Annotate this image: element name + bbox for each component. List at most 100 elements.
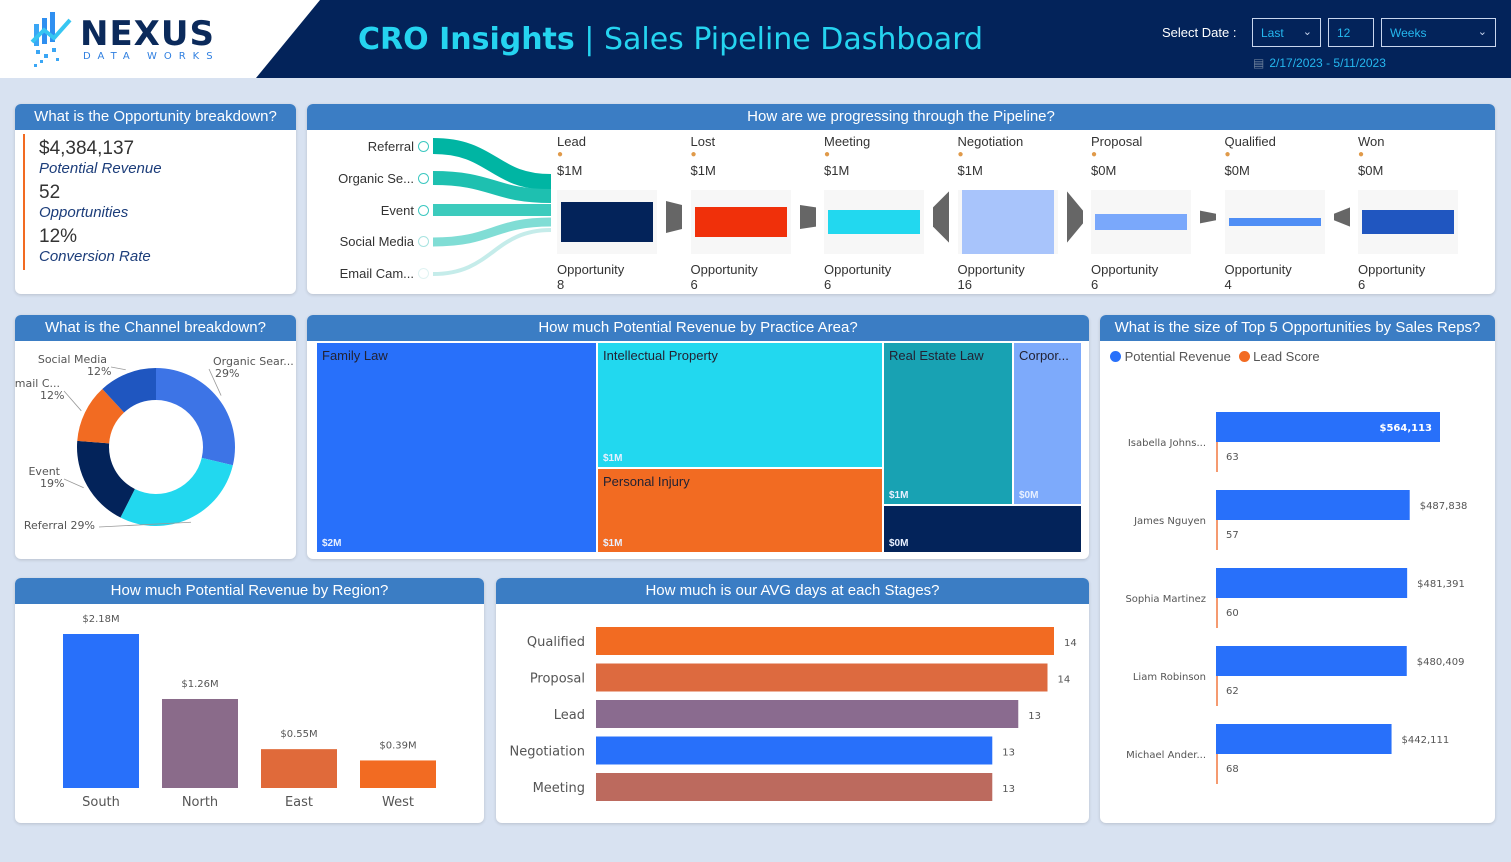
opportunity-count: 6 [690, 277, 698, 292]
days-bar[interactable] [596, 700, 1019, 728]
circle-icon [418, 236, 429, 247]
days-bar[interactable] [596, 736, 993, 765]
source-social[interactable]: Social Media [340, 234, 429, 249]
stage-bar [961, 190, 1054, 254]
region-bar[interactable] [261, 749, 337, 788]
donut-slice[interactable] [120, 457, 233, 526]
period-mode-dropdown[interactable]: Last ⌄ [1252, 18, 1321, 47]
stage-name: Lead [557, 134, 586, 149]
region-bar[interactable] [63, 634, 139, 788]
opportunity-label: Opportunity [957, 262, 1025, 277]
legend-leadscore[interactable]: Lead Score [1253, 349, 1320, 364]
lead-score-bar[interactable] [1216, 598, 1218, 628]
kpi-potential-revenue-value: $4,384,137 [39, 138, 135, 159]
region-value-label: $0.39M [379, 740, 416, 751]
source-label: Social Media [339, 234, 414, 249]
stage-name: Qualified [1224, 134, 1276, 149]
days-bar[interactable] [596, 663, 1048, 692]
leader-line [63, 390, 82, 412]
region-value-label: $1.26M [181, 679, 218, 690]
connector-shape [1200, 210, 1216, 224]
treemap-tile[interactable]: Family Law $2M [316, 342, 597, 553]
treemap-tile[interactable]: Corpor... $0M [1013, 342, 1082, 505]
stage-lead[interactable]: Lead ● $1M Opportunity 8 [557, 134, 657, 292]
sankey-flows [433, 138, 552, 276]
stage-bar [1228, 218, 1321, 226]
lead-score-bar[interactable] [1216, 520, 1218, 550]
rep-name: Michael Ander... [1126, 750, 1206, 761]
stage-meeting[interactable]: Meeting ● $1M Opportunity 6 [824, 134, 924, 292]
money-bag-icon: ● [824, 149, 831, 160]
days-value-label: 13 [1028, 711, 1041, 722]
treemap-tile[interactable]: $0M [883, 505, 1082, 553]
stage-label: Proposal [530, 672, 585, 687]
reps-bar-chart: Isabella Johns... $564,113 63 James Nguyen $… [1125, 412, 1467, 784]
stage-opportunities: Opportunity 16 [958, 262, 1025, 292]
stage-qualified[interactable]: Qualified ● $0M Opportunity 4 [1224, 134, 1325, 292]
stage-opportunities: Opportunity 6 [1091, 262, 1158, 292]
source-email[interactable]: Email Cam... [340, 266, 429, 281]
period-unit-value: Weeks [1390, 26, 1427, 40]
region-bar[interactable] [360, 760, 436, 788]
stage-bar-bg [557, 190, 657, 254]
opportunity-count: 16 [957, 277, 972, 292]
opportunity-breakdown-card: What is the Opportunity breakdown? $4,38… [15, 104, 296, 294]
period-count-value: 12 [1337, 26, 1351, 40]
circle-icon [418, 268, 429, 279]
money-bag-icon: ● [1358, 149, 1365, 160]
stage-lost[interactable]: Lost ● $1M Opportunity 6 [690, 134, 791, 292]
source-referral[interactable]: Referral [368, 139, 429, 154]
logo-name: NEXUS [80, 14, 215, 54]
region-bar[interactable] [162, 698, 238, 788]
stage-revenue: $0M [1091, 163, 1117, 178]
donut-slice[interactable] [77, 440, 135, 518]
kpi-potential-revenue-label: Potential Revenue [39, 160, 162, 177]
stage-connector [799, 205, 816, 229]
source-label: Email Cam... [339, 266, 414, 281]
period-unit-dropdown[interactable]: Weeks ⌄ [1381, 18, 1496, 47]
treemap-tile[interactable]: Personal Injury $1M [597, 468, 883, 553]
kpi-opportunities-label: Opportunities [39, 204, 129, 221]
source-labels: Referral Organic Se... Event Social Medi… [307, 104, 429, 294]
treemap-tile[interactable]: Real Estate Law $1M [883, 342, 1013, 505]
lead-score-bar[interactable] [1216, 442, 1218, 472]
lead-score-bar[interactable] [1216, 754, 1218, 784]
stage-name: Proposal [1091, 134, 1143, 149]
revenue-bar[interactable] [1216, 646, 1407, 676]
stage-proposal[interactable]: Proposal ● $0M Opportunity 6 [1091, 134, 1191, 292]
stage-label: Negotiation [509, 745, 585, 760]
days-bar[interactable] [596, 627, 1054, 655]
period-count-input[interactable]: 12 [1328, 18, 1374, 47]
tile-name: Corpor... [1019, 348, 1069, 363]
connector-shape [1333, 207, 1350, 227]
revenue-bar[interactable] [1216, 568, 1408, 598]
kpi-opportunities-value: 52 [39, 182, 61, 203]
tile-value: $2M [322, 538, 342, 549]
stage-won[interactable]: Won ● $0M Opportunity 6 [1358, 134, 1458, 292]
title-bold: CRO Insights [358, 22, 575, 57]
date-range: ▤ 2/17/2023 - 5/11/2023 [1253, 56, 1386, 70]
slice-pct: 12% [40, 389, 64, 402]
header: NEXUS DATA WORKS CRO Insights | Sales Pi… [0, 0, 1511, 78]
opportunity-count: 6 [1091, 277, 1099, 292]
donut-slice[interactable] [156, 368, 235, 466]
treemap-tile[interactable]: Intellectual Property $1M [597, 342, 883, 468]
money-bag-icon: ● [1224, 149, 1231, 160]
revenue-label: $442,111 [1402, 735, 1450, 746]
source-event[interactable]: Event [381, 203, 429, 218]
channel-card: What is the Channel breakdown? Organic S… [15, 315, 296, 559]
money-bag-icon: ● [690, 149, 697, 160]
lead-score-bar[interactable] [1216, 676, 1218, 706]
stage-opportunities: Opportunity 6 [1358, 262, 1425, 292]
period-mode-value: Last [1261, 26, 1284, 40]
source-organic[interactable]: Organic Se... [338, 171, 429, 186]
revenue-bar[interactable] [1216, 490, 1410, 520]
page-title: CRO Insights | Sales Pipeline Dashboard [358, 22, 983, 57]
stage-negotiation[interactable]: Negotiation ● $1M Opportunity 16 [957, 134, 1058, 292]
days-value-label: 13 [1002, 784, 1015, 795]
revenue-bar[interactable] [1216, 724, 1392, 754]
stage-name: Won [1358, 134, 1385, 149]
legend-revenue[interactable]: Potential Revenue [1125, 349, 1231, 364]
stage-revenue: $1M [557, 163, 583, 178]
days-bar[interactable] [596, 773, 993, 801]
